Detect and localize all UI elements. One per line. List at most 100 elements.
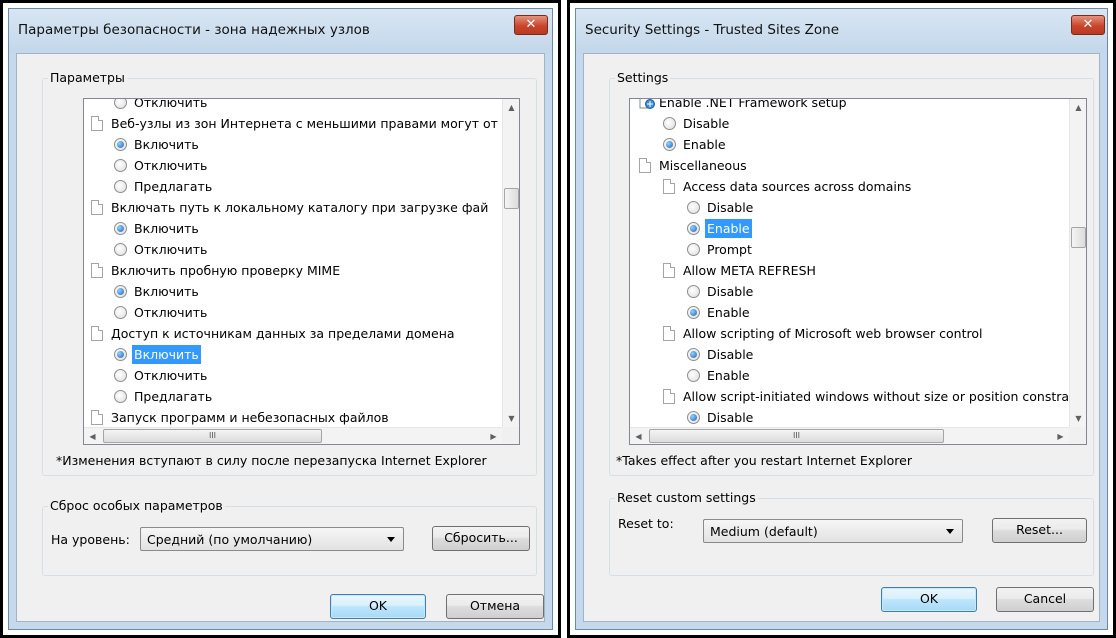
vertical-scrollbar[interactable]: ▲ ▼ (502, 99, 519, 427)
settings-group: Settings Enable .NET Framework setup Disa… (609, 70, 1094, 476)
reset-button[interactable]: Сбросить... (432, 526, 530, 551)
item-label: Доступ к источникам данных за пределами … (111, 326, 455, 341)
item-label: Prompt (707, 242, 752, 257)
radio-checked-icon[interactable] (687, 348, 700, 361)
dialog-body: Settings Enable .NET Framework setup Disa… (583, 53, 1100, 622)
item-label: Enable (707, 305, 750, 320)
cancel-button[interactable]: Cancel (996, 587, 1094, 612)
radio-checked-icon[interactable] (663, 138, 676, 151)
item-label: Включить (134, 221, 199, 236)
item-label: Включить (132, 345, 201, 364)
item-label: Allow script-initiated windows without s… (683, 389, 1069, 404)
reset-level-select[interactable]: Medium (default) (703, 519, 963, 543)
vertical-scroll-thumb[interactable] (1071, 227, 1086, 248)
reset-level-select[interactable]: Средний (по умолчанию) (140, 527, 404, 551)
settings-tree-viewport: Отключить Веб-узлы из зон Интернета с мен… (84, 99, 502, 427)
vertical-scrollbar[interactable]: ▲ ▼ (1069, 99, 1086, 427)
item-label: Enable (705, 219, 752, 238)
reset-to-label: Reset to: (618, 516, 674, 531)
item-label: Allow META REFRESH (683, 263, 816, 278)
item-label: Включить (134, 284, 199, 299)
left-screenshot-panel: Параметры безопасности - зона надежных у… (0, 0, 561, 638)
ok-button[interactable]: OK (330, 594, 426, 619)
horizontal-scroll-thumb[interactable]: III (649, 429, 944, 443)
scroll-down-arrow-icon[interactable]: ▼ (1070, 410, 1086, 427)
scroll-up-arrow-icon[interactable]: ▲ (1070, 99, 1086, 116)
radio-unchecked-icon[interactable] (663, 117, 676, 130)
close-icon[interactable]: ✕ (514, 15, 548, 35)
scroll-corner (1069, 427, 1086, 444)
radio-unchecked-icon[interactable] (687, 285, 700, 298)
horizontal-scrollbar[interactable]: ◀ III ▶ (84, 427, 502, 444)
scroll-right-arrow-icon[interactable]: ▶ (1052, 428, 1069, 444)
reset-button[interactable]: Reset... (992, 518, 1087, 543)
right-screenshot-panel: Security Settings - Trusted Sites Zone ✕… (567, 0, 1116, 638)
radio-unchecked-icon[interactable] (114, 159, 127, 172)
radio-checked-icon[interactable] (114, 285, 127, 298)
dialog-body: Параметры Отключить Веб-узлы из зон Интер… (16, 53, 545, 622)
item-label: Веб-узлы из зон Интернета с меньшими пра… (111, 116, 498, 131)
item-label: Allow scripting of Microsoft web browser… (683, 326, 983, 341)
page-icon (663, 389, 675, 404)
radio-checked-icon[interactable] (687, 411, 700, 424)
radio-checked-icon[interactable] (687, 306, 700, 319)
security-settings-dialog-ru: Параметры безопасности - зона надежных у… (8, 8, 553, 630)
item-label: Включить пробную проверку MIME (111, 263, 341, 278)
reset-group: Сброс особых параметров На уровень: Сред… (42, 498, 537, 576)
radio-unchecked-icon[interactable] (114, 306, 127, 319)
scroll-left-arrow-icon[interactable]: ◀ (84, 428, 101, 444)
horizontal-scrollbar[interactable]: ◀ III ▶ (630, 427, 1069, 444)
scroll-right-arrow-icon[interactable]: ▶ (485, 428, 502, 444)
title-bar: Security Settings - Trusted Sites Zone ✕ (576, 9, 1107, 53)
radio-unchecked-icon[interactable] (687, 201, 700, 214)
settings-group: Параметры Отключить Веб-узлы из зон Интер… (42, 70, 537, 476)
settings-group-label: Параметры (48, 70, 127, 85)
settings-tree-listbox[interactable]: Enable .NET Framework setup Disable Enable… (629, 98, 1087, 445)
radio-unchecked-icon[interactable] (114, 180, 127, 193)
radio-unchecked-icon[interactable] (687, 369, 700, 382)
page-icon (663, 326, 675, 341)
settings-tree-listbox[interactable]: Отключить Веб-узлы из зон Интернета с мен… (83, 98, 520, 445)
scroll-up-arrow-icon[interactable]: ▲ (503, 99, 519, 116)
item-label: Enable .NET Framework setup (659, 99, 847, 110)
reset-to-label: На уровень: (51, 532, 130, 547)
item-label: Предлагать (134, 179, 213, 194)
ok-button[interactable]: OK (881, 587, 977, 612)
title-bar: Параметры безопасности - зона надежных у… (9, 9, 552, 53)
item-label: Disable (707, 347, 754, 362)
reset-group: Reset custom settings Reset to: Medium (… (609, 490, 1094, 576)
reset-level-value: Medium (default) (710, 524, 818, 539)
item-label: Отключить (134, 158, 208, 173)
page-icon (91, 410, 103, 425)
radio-unchecked-icon[interactable] (114, 243, 127, 256)
radio-unchecked-icon[interactable] (114, 99, 127, 109)
radio-checked-icon[interactable] (687, 222, 700, 235)
chevron-down-icon (387, 537, 395, 542)
scroll-left-arrow-icon[interactable]: ◀ (630, 428, 647, 444)
radio-checked-icon[interactable] (114, 222, 127, 235)
radio-unchecked-icon[interactable] (114, 369, 127, 382)
scroll-down-arrow-icon[interactable]: ▼ (503, 410, 519, 427)
dialog-title: Security Settings - Trusted Sites Zone (585, 22, 840, 38)
item-label: Miscellaneous (659, 158, 747, 173)
horizontal-scroll-thumb[interactable]: III (103, 429, 322, 443)
radio-unchecked-icon[interactable] (687, 243, 700, 256)
chevron-down-icon (946, 529, 954, 534)
item-label: Disable (707, 410, 754, 425)
restart-note: *Takes effect after you restart Internet… (616, 453, 912, 468)
page-icon (91, 200, 103, 215)
close-icon[interactable]: ✕ (1071, 15, 1105, 35)
page-icon (639, 158, 651, 173)
item-label: Включать путь к локальному каталогу при … (111, 200, 489, 215)
reset-group-label: Reset custom settings (615, 490, 758, 505)
vertical-scroll-thumb[interactable] (504, 188, 519, 209)
radio-checked-icon[interactable] (114, 138, 127, 151)
item-label: Отключить (134, 305, 208, 320)
settings-group-label: Settings (615, 70, 671, 85)
dialog-title: Параметры безопасности - зона надежных у… (18, 22, 370, 38)
radio-checked-icon[interactable] (114, 348, 127, 361)
cancel-button[interactable]: Отмена (446, 594, 544, 619)
page-icon (663, 179, 675, 194)
radio-unchecked-icon[interactable] (114, 390, 127, 403)
item-label: Отключить (134, 368, 208, 383)
